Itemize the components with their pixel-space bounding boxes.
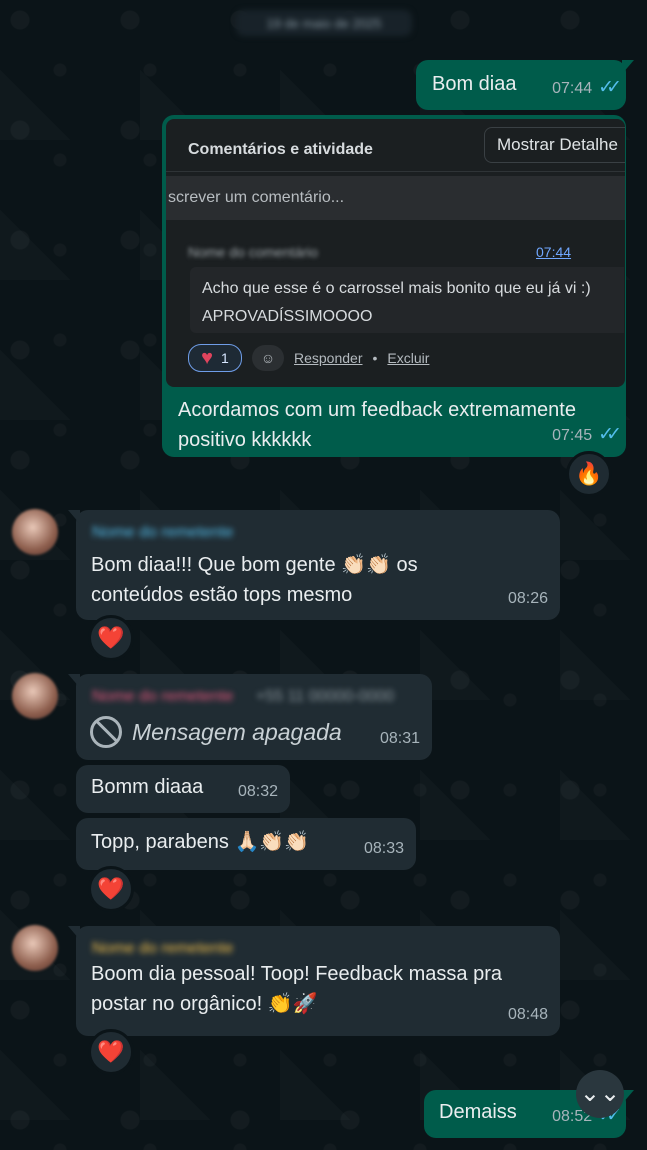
- message-text-line-1: Boom dia pessoal! Toop! Feedback massa p…: [91, 963, 502, 985]
- message-time: 08:33: [363, 840, 404, 857]
- message-bubble-deleted[interactable]: Nome do remetente +55 11 00000-0000 Mens…: [68, 674, 432, 760]
- scroll-down-icon[interactable]: ⌄⌄: [576, 1070, 624, 1118]
- message-time: 08:48: [507, 1006, 548, 1023]
- message-text-line-2: conteúdos estão tops mesmo: [91, 584, 353, 606]
- emoji-reaction-icon[interactable]: ☺: [252, 345, 284, 371]
- message-time: 08:31: [379, 730, 420, 747]
- heart-reaction-icon[interactable]: ❤️: [88, 615, 134, 661]
- avatar[interactable]: [12, 509, 58, 555]
- bubble-tail: [68, 926, 80, 940]
- message-bubble-bom-diaa-response[interactable]: Nome do remetente Bom diaa!!! Que bom ge…: [68, 510, 560, 620]
- deleted-message: Mensagem apagada: [90, 716, 342, 748]
- comments-header: Comentários e atividade Mostrar Detalhe: [166, 119, 625, 172]
- separator-dot: •: [372, 350, 378, 366]
- message-bubble-feedback[interactable]: Comentários e atividade Mostrar Detalhe …: [162, 115, 626, 457]
- message-text-line-1: Bom diaa!!! Que bom gente 👏🏻👏🏻 os: [91, 554, 418, 576]
- date-chip: 19 de maio de 2025: [236, 10, 412, 36]
- message-text: Bom diaa: [432, 73, 517, 95]
- comment-time-link[interactable]: 07:44: [536, 237, 571, 267]
- like-count: 1: [221, 350, 229, 366]
- read-receipt-icon: ✓✓: [598, 77, 622, 98]
- reply-link[interactable]: Responder: [294, 343, 363, 373]
- message-time: 07:44 ✓✓: [552, 73, 622, 104]
- message-text: Bom diaa!!! Que bom gente 👏🏻👏🏻 os conteú…: [91, 550, 418, 610]
- bubble-tail: [622, 60, 634, 74]
- message-time: 08:32: [237, 783, 278, 800]
- message-time-text: 07:44: [552, 80, 593, 97]
- avatar[interactable]: [12, 673, 58, 719]
- message-bubble-boom-dia[interactable]: Nome do remetente Boom dia pessoal! Toop…: [68, 926, 560, 1036]
- deleted-icon: [90, 716, 122, 748]
- read-receipt-icon: ✓✓: [598, 424, 622, 445]
- avatar[interactable]: [12, 925, 58, 971]
- sender-phone: +55 11 00000-0000: [256, 688, 395, 705]
- message-bubble-bomm-diaaa[interactable]: Bomm diaaa 08:32: [76, 765, 290, 813]
- comment-body: Acho que esse é o carrossel mais bonito …: [190, 267, 624, 333]
- comment-input[interactable]: screver um comentário...: [166, 176, 625, 220]
- like-reaction-button[interactable]: ♥ 1: [188, 344, 242, 372]
- comments-title: Comentários e atividade: [188, 141, 373, 158]
- message-bubble-topp-parabens[interactable]: Topp, parabens 🙏🏻👏🏻👏🏻 08:33: [76, 818, 416, 870]
- bubble-tail: [68, 510, 80, 524]
- comment-author: Nome do comentário: [188, 244, 318, 260]
- message-text-line-2: postar no orgânico! 👏🚀: [91, 993, 318, 1015]
- quoted-comment-card[interactable]: Comentários e atividade Mostrar Detalhe …: [166, 119, 625, 387]
- message-time-text: 07:45: [552, 427, 593, 444]
- sender-name: Nome do remetente: [92, 524, 234, 541]
- heart-reaction-icon[interactable]: ❤️: [88, 866, 134, 912]
- delete-link[interactable]: Excluir: [387, 343, 429, 373]
- message-time: 08:26: [507, 590, 548, 607]
- message-text-line-2: positivo kkkkkk: [178, 429, 312, 451]
- message-text: Boom dia pessoal! Toop! Feedback massa p…: [91, 959, 502, 1019]
- heart-reaction-icon[interactable]: ❤️: [88, 1029, 134, 1075]
- show-details-button[interactable]: Mostrar Detalhe: [484, 127, 625, 163]
- message-text: Acordamos com um feedback extremamente p…: [178, 395, 576, 455]
- message-bubble-bom-diaa[interactable]: Bom diaa 07:44 ✓✓: [416, 60, 634, 110]
- deleted-message-text: Mensagem apagada: [132, 719, 342, 745]
- message-text: Demaiss: [439, 1101, 517, 1123]
- sender-name: Nome do remetente: [92, 688, 234, 705]
- fire-reaction-icon[interactable]: 🔥: [566, 451, 612, 497]
- message-text: Topp, parabens 🙏🏻👏🏻👏🏻: [91, 831, 310, 853]
- bubble-tail: [68, 674, 80, 688]
- message-text: Bomm diaaa: [91, 776, 204, 798]
- message-text-line-1: Acordamos com um feedback extremamente: [178, 399, 576, 421]
- heart-icon: ♥: [201, 347, 214, 369]
- comment-line-2: APROVADÍSSIMOOOO: [202, 308, 373, 325]
- comment-actions: ♥ 1 ☺ Responder • Excluir: [188, 343, 429, 373]
- comment-line-1: Acho que esse é o carrossel mais bonito …: [202, 280, 591, 297]
- message-time: 07:45 ✓✓: [552, 420, 622, 451]
